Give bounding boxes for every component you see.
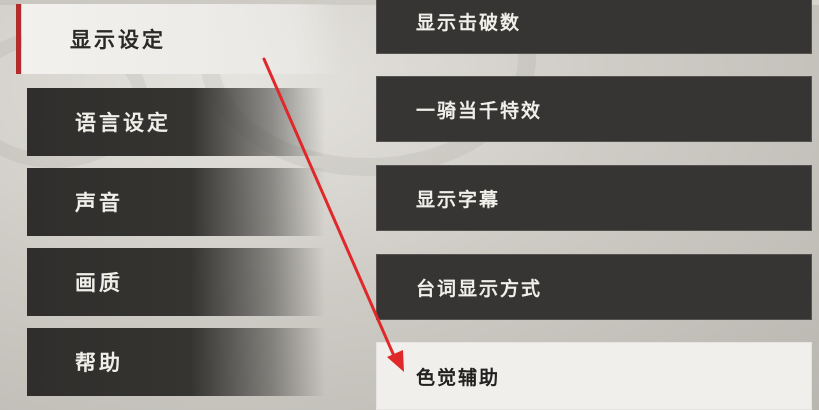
annotation-arrow-head xyxy=(387,350,404,372)
annotation-arrow xyxy=(262,57,404,372)
annotation-arrow-line xyxy=(262,57,396,358)
